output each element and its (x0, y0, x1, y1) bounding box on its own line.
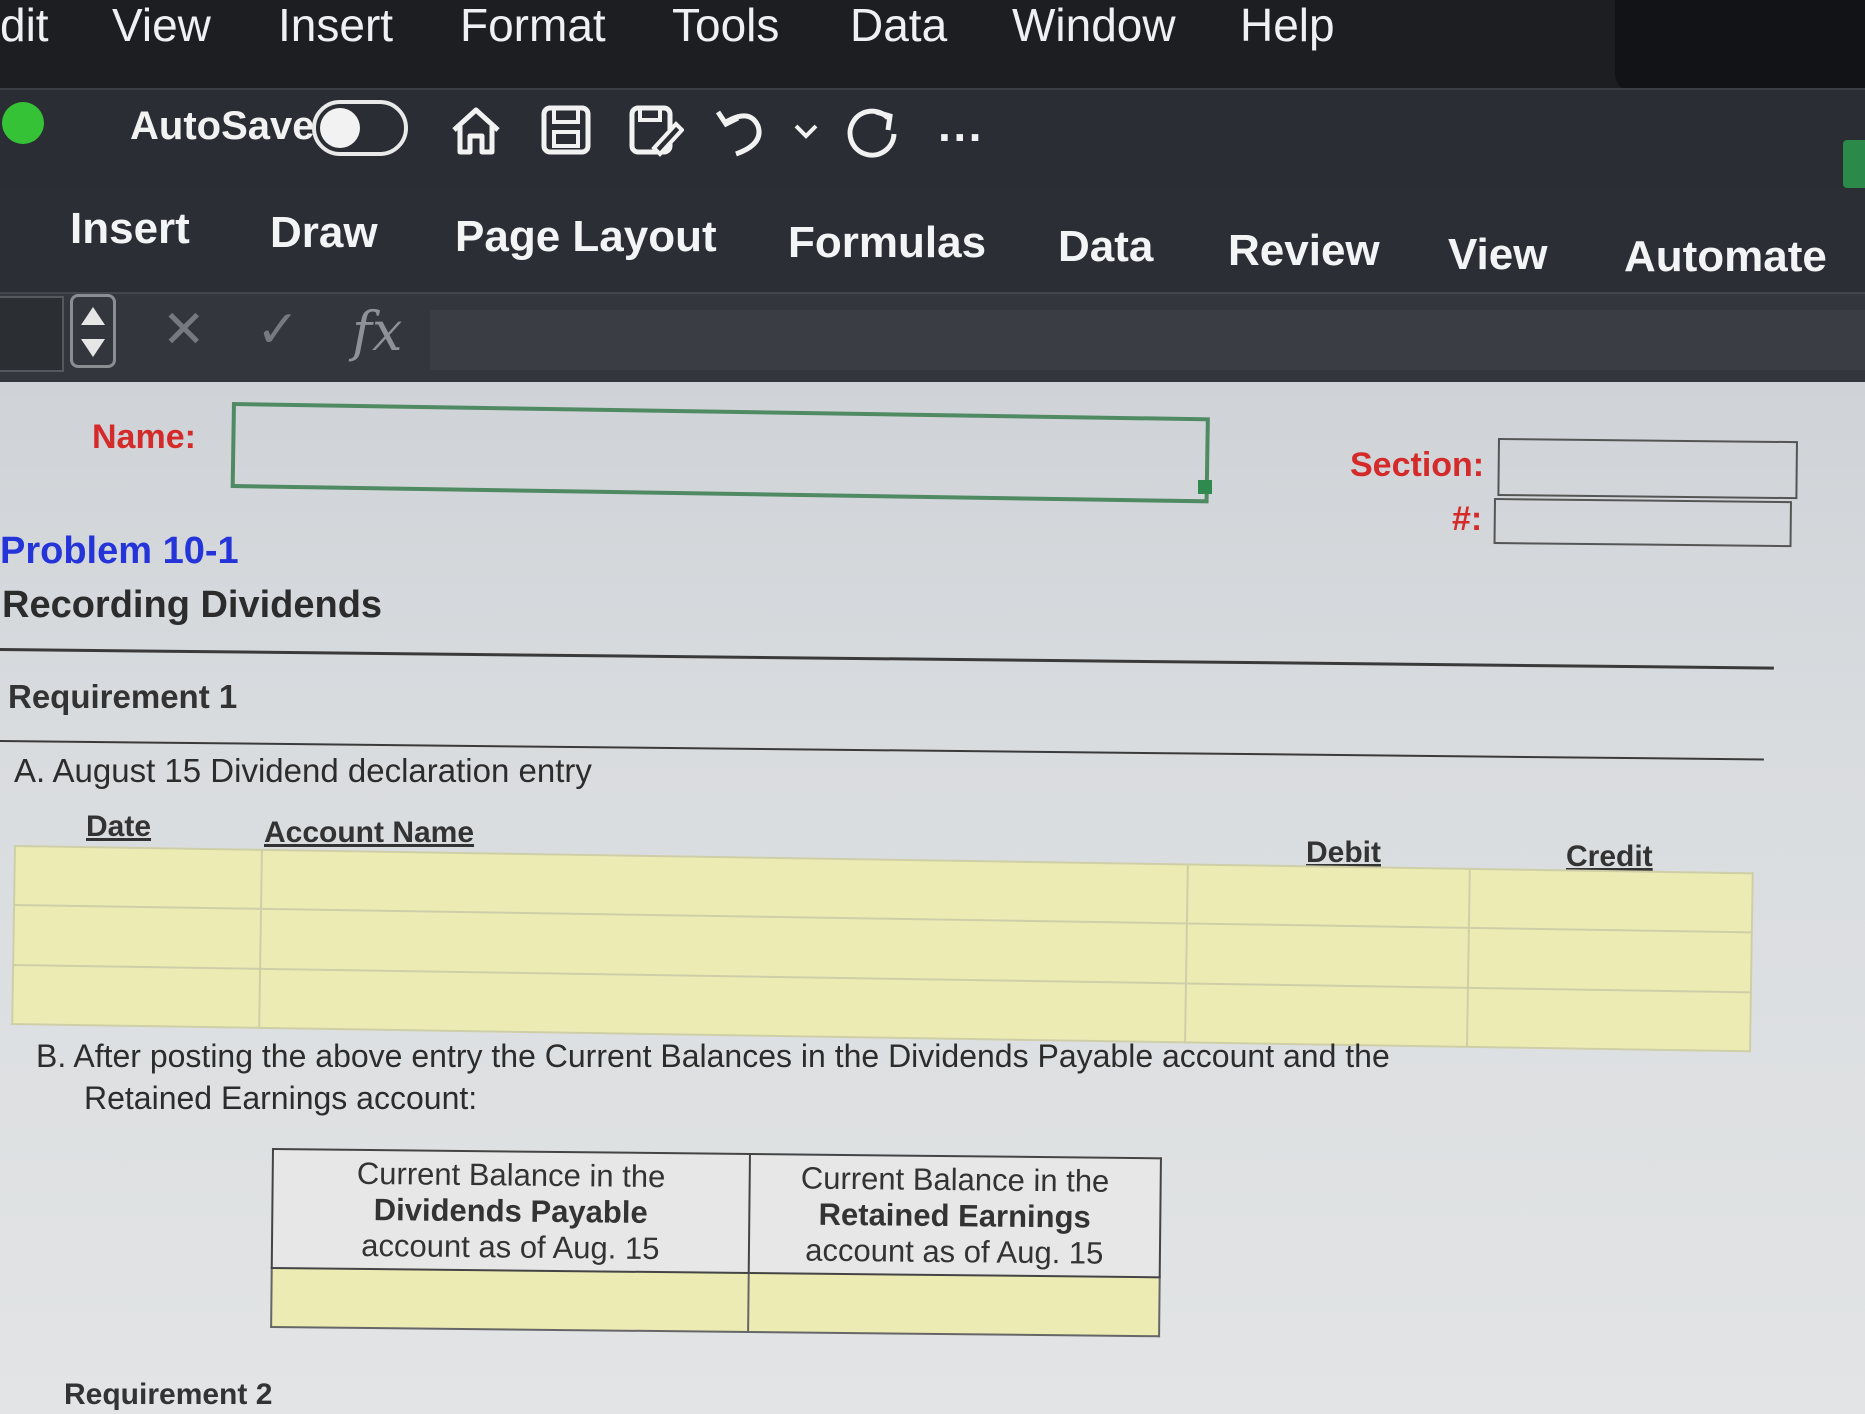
tab-view[interactable]: View (1448, 230, 1547, 280)
problem-title: Problem 10-1 (0, 530, 239, 572)
part-b-line-2: Retained Earnings account: (84, 1080, 478, 1116)
requirement-1-heading: Requirement 1 (8, 678, 238, 715)
credit-cell[interactable] (1469, 868, 1753, 933)
menu-window[interactable]: Window (1012, 0, 1176, 52)
menu-insert[interactable]: Insert (278, 0, 393, 52)
table-row (271, 1268, 1160, 1337)
account-name-column-header: Account Name (264, 816, 475, 849)
table-header-row: Current Balance in the Dividends Payable… (271, 1149, 1161, 1278)
header-line: Current Balance in the (800, 1160, 1110, 1199)
section-input[interactable] (1497, 438, 1798, 500)
part-a-instruction: A. August 15 Dividend declaration entry (14, 752, 592, 789)
menu-bar: dit View Insert Format Tools Data Window… (0, 0, 1865, 92)
name-box[interactable] (0, 296, 64, 372)
menubar-notch (1615, 0, 1865, 92)
name-label: Name: (92, 418, 196, 456)
stepper-down-icon[interactable] (81, 339, 105, 357)
date-column-header: Date (86, 810, 152, 843)
autosave-label: AutoSave (130, 104, 315, 148)
tab-review[interactable]: Review (1228, 226, 1380, 276)
insert-function-icon[interactable]: fx (352, 300, 402, 363)
stepper-up-icon[interactable] (81, 307, 105, 325)
debit-cell[interactable] (1185, 923, 1470, 988)
dividends-payable-header: Current Balance in the Dividends Payable… (271, 1149, 750, 1274)
retained-earnings-header: Current Balance in the Retained Earnings… (748, 1154, 1161, 1278)
toggle-knob (320, 108, 360, 148)
retained-earnings-balance-cell[interactable] (747, 1273, 1160, 1337)
tab-draw[interactable]: Draw (270, 208, 378, 258)
header-line: Retained Earnings (818, 1196, 1091, 1235)
journal-entry-table (11, 845, 1754, 1052)
name-input[interactable] (230, 402, 1210, 504)
excel-app-icon (1843, 140, 1865, 188)
window-zoom-button[interactable] (2, 102, 44, 144)
formula-input[interactable] (430, 310, 1865, 370)
tab-insert[interactable]: Insert (70, 204, 190, 254)
cancel-icon[interactable]: ✕ (162, 300, 206, 360)
debit-cell[interactable] (1186, 864, 1471, 929)
chevron-down-icon[interactable] (790, 100, 822, 160)
name-box-stepper[interactable] (70, 294, 116, 368)
tab-data[interactable]: Data (1058, 222, 1153, 272)
seat-number-label: #: (1452, 500, 1483, 538)
current-balances-table: Current Balance in the Dividends Payable… (270, 1148, 1162, 1337)
requirement-2-heading: Requirement 2 (64, 1378, 273, 1411)
undo-icon[interactable] (712, 100, 772, 160)
menu-view[interactable]: View (112, 0, 211, 52)
part-b-line-1: B. After posting the above entry the Cur… (36, 1038, 1390, 1074)
more-icon[interactable]: ··· (938, 110, 984, 164)
formula-bar: ✕ ✓ fx (0, 292, 1865, 384)
menu-format[interactable]: Format (460, 0, 606, 52)
ribbon-tabs: Insert Draw Page Layout Formulas Data Re… (0, 188, 1865, 292)
part-b-instruction: B. After posting the above entry the Cur… (36, 1035, 1536, 1119)
date-cell[interactable] (12, 964, 260, 1028)
header-line: Dividends Payable (373, 1191, 648, 1230)
header-line: Current Balance in the (356, 1155, 666, 1194)
seat-number-input[interactable] (1493, 498, 1792, 548)
tab-page-layout[interactable]: Page Layout (455, 212, 717, 262)
home-icon[interactable] (446, 100, 506, 160)
autosave-toggle[interactable] (312, 100, 408, 156)
fill-handle[interactable] (1198, 480, 1212, 494)
date-cell[interactable] (14, 846, 262, 910)
date-cell[interactable] (13, 905, 261, 969)
credit-cell[interactable] (1468, 928, 1752, 992)
save-as-icon[interactable] (624, 100, 685, 160)
menu-help[interactable]: Help (1240, 0, 1335, 52)
menu-edit[interactable]: dit (0, 0, 49, 52)
enter-icon[interactable]: ✓ (256, 300, 300, 360)
redo-icon[interactable] (842, 100, 902, 160)
menu-tools[interactable]: Tools (672, 0, 779, 52)
menu-data[interactable]: Data (850, 0, 947, 52)
tab-formulas[interactable]: Formulas (788, 218, 986, 268)
dividends-payable-balance-cell[interactable] (271, 1268, 749, 1332)
section-label: Section: (1350, 446, 1485, 484)
problem-subtitle: Recording Dividends (2, 584, 383, 626)
header-line: account as of Aug. 15 (361, 1227, 660, 1266)
save-icon[interactable] (536, 100, 596, 160)
tab-automate[interactable]: Automate (1624, 232, 1827, 282)
header-line: account as of Aug. 15 (805, 1232, 1104, 1271)
